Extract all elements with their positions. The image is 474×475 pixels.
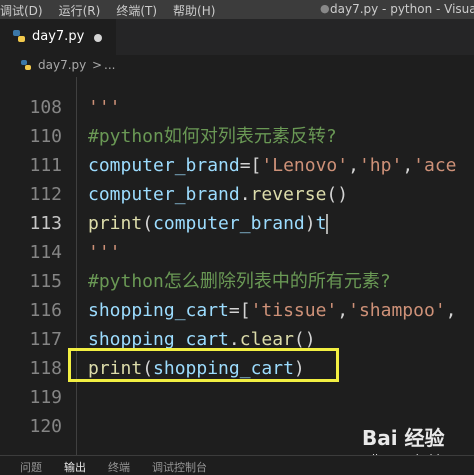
code-token: () [293,329,316,350]
window-title: day7.py - python - Visual [330,2,474,16]
code-token: ''' [88,242,121,263]
tab-label: day7.py [32,29,85,44]
code-token: , [445,300,457,321]
code-line[interactable]: 112 computer_brand.reverse() [0,180,474,209]
line-number: 120 [29,416,62,437]
code-token: t [315,213,327,234]
panel-tab-terminal[interactable]: 终端 [108,459,130,475]
code-line[interactable]: 108 ''' [0,93,474,122]
line-number: 113 [29,213,62,234]
unsaved-dot-icon[interactable] [94,34,102,42]
code-line[interactable]: 119 [0,383,474,412]
window-modified-indicator: ● [320,2,330,15]
breadcrumb: day7.py > ... [0,55,474,77]
line-number: 112 [29,184,62,205]
code-token: computer_brand [88,155,240,176]
code-token: print [88,213,143,234]
code-token: reverse [250,184,327,205]
line-number: 110 [29,126,62,147]
code-token: , [348,155,359,176]
panel-tab-bar: 问题 输出 终端 调试控制台 [0,455,474,475]
panel-tab-problems[interactable]: 问题 [20,459,42,475]
code-token: 'hp' [358,155,403,176]
menu-debug[interactable]: 调试(D) [0,2,43,19]
panel-tab-output[interactable]: 输出 [64,459,86,475]
line-code: ''' [88,238,121,267]
line-code: #python如何对列表元素反转? [88,122,337,151]
code-line[interactable]: 113 print(computer_brand)t [0,209,474,238]
code-token: , [337,300,349,321]
code-token: ''' [88,97,121,118]
highlight-box [68,348,339,382]
code-token: computer_brand [153,213,305,234]
line-code: print(computer_brand)t [88,209,329,238]
code-token: () [326,184,349,205]
line-number: 108 [29,97,62,118]
code-line[interactable]: 111 computer_brand=['Lenovo','hp','ace [0,151,474,180]
code-token: 'tissue' [250,300,338,321]
breadcrumb-more[interactable]: ... [104,58,115,72]
menu-terminal[interactable]: 终端(T) [116,2,157,19]
menu-list: 调试(D) 运行(R) 终端(T) 帮助(H) [0,2,231,19]
chevron-right-icon: > [92,58,103,72]
text-cursor [326,214,329,234]
line-number: 116 [29,300,62,321]
code-token: ) [304,213,316,234]
code-token: . [228,329,240,350]
python-file-icon [21,60,31,70]
menu-run[interactable]: 运行(R) [59,2,101,19]
code-token: #python如何对列表元素反转? [88,126,337,147]
panel-tab-debug-console[interactable]: 调试控制台 [152,459,207,475]
menu-bar: 调试(D) 运行(R) 终端(T) 帮助(H) ● day7.py - pyth… [0,0,474,19]
line-number: 118 [29,358,62,379]
code-token: computer_brand [88,184,240,205]
line-code: computer_brand=['Lenovo','hp','ace [88,151,457,180]
code-token: =[ [239,155,262,176]
line-number: 114 [29,242,62,263]
code-token: . [239,184,251,205]
code-line[interactable]: 114 ''' [0,238,474,267]
line-number: 119 [29,387,62,408]
code-line[interactable]: 115 #python怎么删除列表中的所有元素? [0,267,474,296]
code-token: shopping_cart [88,329,229,350]
code-token: 'ace [413,155,457,176]
code-token: 'shampoo' [348,300,446,321]
tab-day7-py[interactable]: day7.py [0,19,116,55]
line-code: #python怎么删除列表中的所有元素? [88,267,391,296]
code-token: ( [142,213,154,234]
editor-tab-bar: day7.py [0,19,474,55]
code-line[interactable]: 116 shopping_cart=['tissue','shampoo', [0,296,474,325]
code-token: 'Lenovo' [261,155,349,176]
line-code: ''' [88,93,121,122]
menu-help[interactable]: 帮助(H) [173,2,215,19]
line-number: 115 [29,271,62,292]
line-number: 117 [29,329,62,350]
line-number: 111 [29,155,62,176]
code-token: #python怎么删除列表中的所有元素? [88,271,391,292]
python-file-icon [13,30,25,42]
code-token: =[ [228,300,251,321]
code-token: clear [239,329,294,350]
watermark-logo: Bai 经验 [362,426,445,450]
line-code: computer_brand.reverse() [88,180,348,209]
line-code: shopping_cart=['tissue','shampoo', [88,296,457,325]
breadcrumb-file[interactable]: day7.py [38,58,86,72]
code-token: shopping_cart [88,300,229,321]
code-line[interactable]: 110 #python如何对列表元素反转? [0,122,474,151]
code-editor[interactable]: 108 ''' 110 #python如何对列表元素反转? 111 computer_br… [0,77,474,455]
code-token: , [402,155,414,176]
